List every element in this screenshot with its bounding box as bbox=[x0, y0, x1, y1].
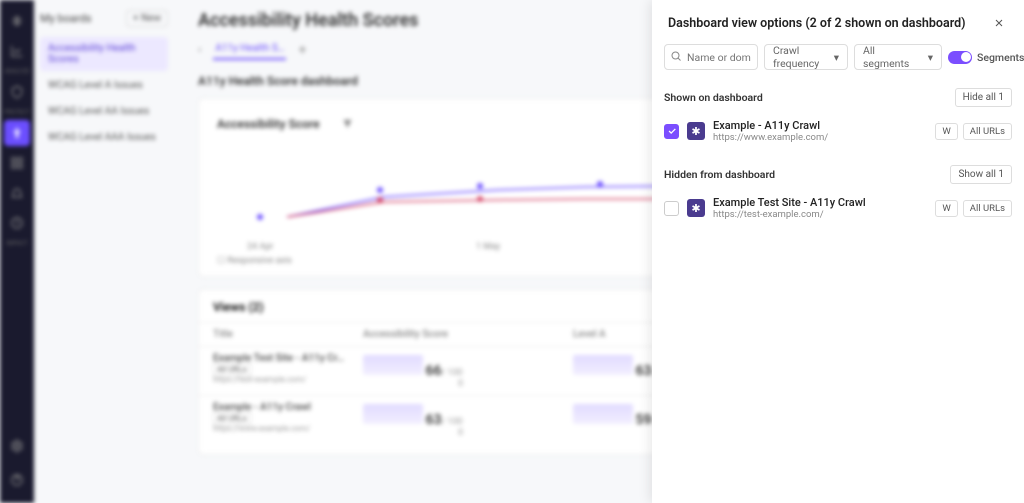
boards-header: My boards bbox=[40, 12, 91, 25]
rail-settings-icon[interactable] bbox=[4, 433, 30, 459]
hide-all-button[interactable]: Hide all 1 bbox=[955, 88, 1012, 107]
rail-analyze-icon[interactable] bbox=[4, 38, 30, 64]
rail-help-icon[interactable] bbox=[4, 467, 30, 493]
rail-hash-icon[interactable] bbox=[4, 8, 30, 34]
view-name: Example - A11y Crawl bbox=[713, 119, 927, 132]
checkbox-checked[interactable] bbox=[664, 124, 679, 139]
sidebar-item[interactable]: WCAG Level A Issues bbox=[40, 74, 168, 97]
shown-section-label: Shown on dashboard bbox=[664, 91, 763, 104]
rail-bell-icon[interactable] bbox=[4, 180, 30, 206]
chevron-down-icon: ▾ bbox=[928, 51, 933, 64]
rail-label-protect: PROTECT bbox=[4, 109, 30, 116]
rail-protect-icon[interactable] bbox=[4, 79, 30, 105]
show-all-button[interactable]: Show all 1 bbox=[950, 165, 1012, 184]
search-icon bbox=[670, 50, 682, 62]
badge-all-urls[interactable]: All URLs bbox=[963, 123, 1012, 140]
rail-accessibility-icon[interactable] bbox=[4, 120, 30, 146]
rail-label-analyze: ANALYZE bbox=[4, 68, 29, 75]
segments-toggle[interactable]: Segments bbox=[948, 51, 1024, 64]
rail-grid-icon[interactable] bbox=[4, 150, 30, 176]
sidebar-item[interactable]: WCAG Level AAA Issues bbox=[40, 126, 168, 149]
search-input-wrap bbox=[664, 44, 758, 70]
sidebar-item[interactable]: Accessibility Health Scores bbox=[40, 37, 168, 71]
segments-select[interactable]: All segments ▾ bbox=[854, 44, 942, 70]
rail-label-impact: IMPACT bbox=[6, 240, 28, 247]
badge-all-urls[interactable]: All URLs bbox=[963, 200, 1012, 217]
dashboard-tab[interactable]: A11y Health S… bbox=[213, 39, 286, 60]
view-row: ✱ Example Test Site - A11y Crawl https:/… bbox=[664, 190, 1012, 226]
rail-impact-icon[interactable] bbox=[4, 210, 30, 236]
panel-title: Dashboard view options (2 of 2 shown on … bbox=[668, 16, 966, 31]
hidden-section-label: Hidden from dashboard bbox=[664, 168, 775, 181]
checkbox-unchecked[interactable] bbox=[664, 201, 679, 216]
sidebar-item[interactable]: WCAG Level AA Issues bbox=[40, 100, 168, 123]
chevron-down-icon: ▾ bbox=[834, 51, 839, 64]
site-thumb-icon: ✱ bbox=[687, 122, 705, 140]
switch-on-icon bbox=[948, 51, 972, 64]
left-nav-rail: ANALYZE PROTECT IMPACT bbox=[0, 0, 34, 503]
site-thumb-icon: ✱ bbox=[687, 199, 705, 217]
badge-w[interactable]: W bbox=[935, 123, 957, 140]
view-url: https://www.example.com/ bbox=[713, 132, 927, 143]
add-tab-icon[interactable]: + bbox=[298, 42, 306, 58]
new-board-button[interactable]: + New bbox=[126, 10, 168, 27]
dashboard-view-options-panel: Dashboard view options (2 of 2 shown on … bbox=[652, 0, 1024, 503]
view-name: Example Test Site - A11y Crawl bbox=[713, 196, 927, 209]
close-icon[interactable] bbox=[990, 14, 1008, 32]
badge-w[interactable]: W bbox=[935, 200, 957, 217]
view-row: ✱ Example - A11y Crawl https://www.examp… bbox=[664, 113, 1012, 149]
view-url: https://test-example.com/ bbox=[713, 209, 927, 220]
chart-metric-select[interactable]: Accessibility Score bbox=[217, 117, 320, 131]
crawl-frequency-select[interactable]: Crawl frequency ▾ bbox=[764, 44, 848, 70]
